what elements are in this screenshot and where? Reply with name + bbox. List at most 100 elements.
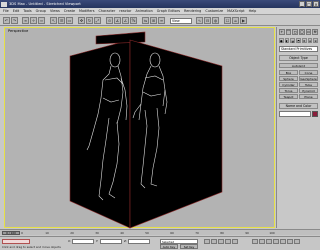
cameras-icon[interactable]: ◓ <box>296 38 301 43</box>
create-tab-icon[interactable]: + <box>279 29 285 35</box>
goto-start-icon[interactable] <box>204 239 210 244</box>
auto-key-button[interactable]: Auto Key <box>160 244 178 249</box>
next-frame-icon[interactable] <box>225 239 231 244</box>
goto-end-icon[interactable] <box>232 239 238 244</box>
display-tab-icon[interactable]: ▭ <box>305 29 312 35</box>
geosphere-button[interactable]: GeoSphere <box>299 76 318 81</box>
menu-help[interactable]: Help <box>249 9 257 13</box>
box-button[interactable]: Box <box>279 70 298 75</box>
zoom-all-icon[interactable] <box>259 239 265 244</box>
scale-icon[interactable]: ⤢ <box>94 17 101 24</box>
angle-snap-icon[interactable]: ∠ <box>122 17 129 24</box>
menu-modifiers[interactable]: Modifiers <box>79 9 94 13</box>
key-filter-select[interactable]: Selected <box>160 239 198 244</box>
region-select-icon[interactable]: ▭ <box>66 17 73 24</box>
autogrid-checkbox[interactable]: AutoGrid <box>279 63 318 68</box>
pyramid-button[interactable]: Pyramid <box>299 88 318 93</box>
field-of-view-icon[interactable] <box>273 239 279 244</box>
cone-button[interactable]: Cone <box>299 70 318 75</box>
pan-icon[interactable] <box>280 239 286 244</box>
menu-views[interactable]: Views <box>50 9 60 13</box>
object-color-swatch[interactable] <box>312 111 318 117</box>
menu-reactor[interactable]: reactor <box>119 9 131 13</box>
tick-label: 60 <box>170 231 174 235</box>
helpers-icon[interactable]: ⚙ <box>301 38 307 43</box>
menu-tools[interactable]: Tools <box>23 9 31 13</box>
motion-tab-icon[interactable]: ◯ <box>298 29 305 35</box>
teapot-button[interactable]: Teapot <box>279 94 298 99</box>
orbit-icon[interactable] <box>287 239 293 244</box>
name-color-row <box>277 110 320 118</box>
timeline-ticks: 0 10 20 30 40 50 60 70 80 90 100 <box>21 231 275 235</box>
mirror-icon[interactable]: ⇋ <box>142 17 149 24</box>
menu-animation[interactable]: Animation <box>135 9 152 13</box>
modify-tab-icon[interactable]: ⌒ <box>285 29 292 35</box>
select-by-name-icon[interactable]: ☰ <box>58 17 65 24</box>
set-key-button[interactable]: Set Key <box>180 244 198 249</box>
maximize-viewport-icon[interactable] <box>294 239 300 244</box>
tube-button[interactable]: Tube <box>299 82 318 87</box>
material-editor-icon[interactable]: ◍ <box>212 17 219 24</box>
close-button[interactable]: × <box>313 1 319 7</box>
align-icon[interactable]: ⊞ <box>150 17 157 24</box>
redo-icon[interactable]: ↷ <box>11 17 18 24</box>
menu-graph-editors[interactable]: Graph Editors <box>157 9 180 13</box>
create-category-icons: ● ◐ ◒ ◓ ⚙ ≡ ⊕ <box>277 37 320 44</box>
menu-file[interactable]: File <box>3 9 9 13</box>
zoom-icon[interactable] <box>252 239 258 244</box>
menu-character[interactable]: Character <box>99 9 116 13</box>
bind-space-warp-icon[interactable]: ≈ <box>38 17 45 24</box>
plane-button[interactable]: Plane <box>299 94 318 99</box>
render-icon[interactable]: ☕ <box>232 17 239 24</box>
left-plane <box>69 39 131 229</box>
y-coordinate-field[interactable] <box>100 239 122 244</box>
render-setup-icon[interactable]: ☐ <box>224 17 231 24</box>
menu-customize[interactable]: Customize <box>205 9 223 13</box>
category-dropdown[interactable]: Standard Primitives <box>279 46 318 52</box>
play-icon[interactable] <box>218 239 224 244</box>
window-controls: _ □ × <box>299 1 319 7</box>
cylinder-button[interactable]: Cylinder <box>279 82 298 87</box>
schematic-view-icon[interactable]: ⊟ <box>204 17 211 24</box>
name-color-rollout[interactable]: Name and Color <box>279 103 318 109</box>
spacewarps-icon[interactable]: ≡ <box>307 38 313 43</box>
minimize-button[interactable]: _ <box>299 1 305 7</box>
zoom-extents-icon[interactable] <box>266 239 272 244</box>
perspective-viewport[interactable]: Perspective <box>4 27 275 229</box>
move-icon[interactable]: ✥ <box>78 17 85 24</box>
menu-edit[interactable]: Edit <box>13 9 20 13</box>
maximize-button[interactable]: □ <box>306 1 312 7</box>
systems-icon[interactable]: ⊕ <box>313 38 319 43</box>
torus-button[interactable]: Torus <box>279 88 298 93</box>
z-label: Z: <box>124 239 127 243</box>
quick-render-icon[interactable]: ▶ <box>240 17 247 24</box>
x-coordinate-field[interactable] <box>72 239 94 244</box>
reference-coordinate-select[interactable]: View <box>170 17 192 24</box>
time-slider[interactable]: 0 / 100 <box>2 231 20 235</box>
object-name-input[interactable] <box>279 111 311 117</box>
menu-maxscript[interactable]: MAXScript <box>227 9 244 13</box>
snap-icon[interactable]: ∡ <box>114 17 121 24</box>
utilities-tab-icon[interactable]: ⚒ <box>312 29 318 35</box>
curve-editor-icon[interactable]: ∿ <box>196 17 203 24</box>
percent-snap-icon[interactable]: % <box>130 17 137 24</box>
link-icon[interactable]: ∞ <box>22 17 29 24</box>
object-type-rollout[interactable]: Object Type <box>279 55 318 61</box>
prev-frame-icon[interactable] <box>211 239 217 244</box>
maxscript-listener[interactable] <box>2 239 30 244</box>
layer-icon[interactable]: ≡ <box>158 17 165 24</box>
rotate-icon[interactable]: ↻ <box>86 17 93 24</box>
sphere-button[interactable]: Sphere <box>279 76 298 81</box>
hierarchy-tab-icon[interactable]: ◻ <box>292 29 298 35</box>
unlink-icon[interactable]: ÷ <box>30 17 37 24</box>
geometry-icon[interactable]: ● <box>279 38 284 43</box>
select-icon[interactable]: ↖ <box>50 17 57 24</box>
shapes-icon[interactable]: ◐ <box>284 38 290 43</box>
menu-group[interactable]: Group <box>36 9 46 13</box>
menu-create[interactable]: Create <box>64 9 75 13</box>
lights-icon[interactable]: ◒ <box>290 38 296 43</box>
z-coordinate-field[interactable] <box>128 239 150 244</box>
menu-rendering[interactable]: Rendering <box>184 9 201 13</box>
pivot-icon[interactable]: ⊙ <box>106 17 113 24</box>
undo-icon[interactable]: ↶ <box>3 17 10 24</box>
